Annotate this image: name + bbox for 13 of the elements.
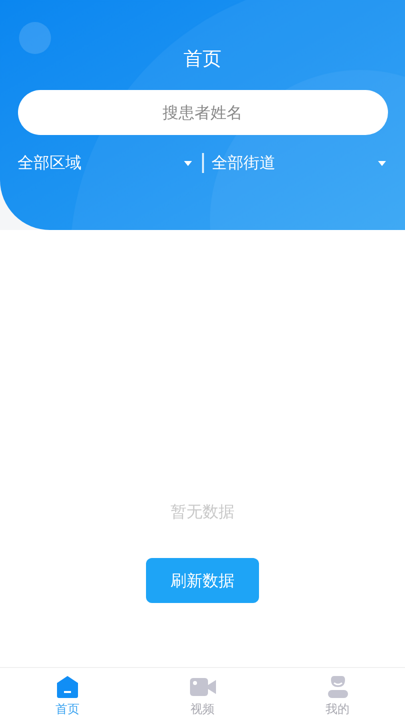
video-camera-icon: [190, 678, 216, 696]
tab-item[interactable]: 视频: [135, 668, 270, 720]
user-icon: [328, 676, 348, 698]
refresh-button[interactable]: 刷新数据: [146, 558, 259, 603]
filter-dropdown[interactable]: 全部区域: [18, 149, 194, 177]
tab-item[interactable]: 我的: [270, 668, 405, 720]
search-field[interactable]: 搜患者姓名: [18, 90, 388, 135]
page-title: 首页: [184, 47, 222, 72]
filter-dropdown[interactable]: 全部街道: [212, 149, 388, 177]
tab-item[interactable]: 首页: [0, 668, 135, 720]
caret-icon: [378, 160, 386, 166]
caret-icon: [184, 160, 192, 166]
home-icon: [57, 676, 78, 698]
